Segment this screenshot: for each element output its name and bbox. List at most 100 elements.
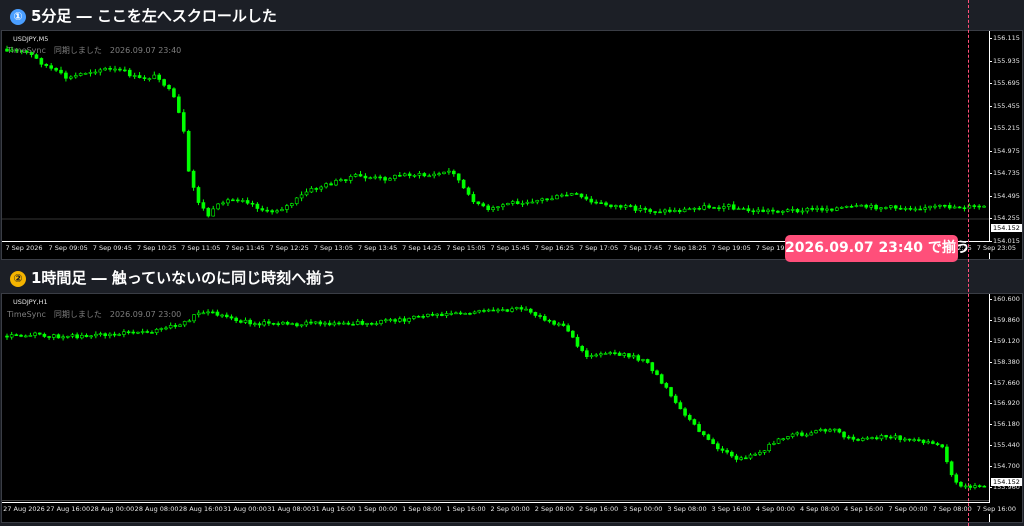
candle-body: [393, 174, 397, 179]
time-tick: 7 Sep 11:45: [225, 244, 265, 252]
candle-body: [309, 188, 314, 193]
candle-body: [795, 432, 800, 435]
candle-body: [132, 75, 137, 77]
candle-body: [923, 207, 927, 210]
h1-candles-canvas[interactable]: [2, 294, 990, 510]
candle-body: [928, 205, 932, 209]
candle-body: [501, 204, 505, 208]
candle-body: [421, 316, 425, 318]
time-tick: 4 Sep 00:00: [755, 505, 796, 513]
candle-body: [663, 209, 667, 213]
time-tick: 3 Sep 16:00: [711, 505, 751, 513]
candle-body: [973, 485, 977, 488]
candle-body: [341, 322, 346, 325]
candle-body: [921, 439, 926, 444]
candle-body: [874, 205, 878, 210]
candle-body: [94, 333, 98, 337]
m5-symbol-label: USDJPY,M5: [13, 35, 49, 43]
price-tick: 155.935: [989, 56, 1020, 65]
time-tick: 28 Aug 16:00: [178, 505, 223, 513]
m5-chart-window[interactable]: USDJPY,M5 TimeSync 同期しました 2026.09.07 23:…: [1, 30, 1023, 260]
candle-body: [712, 207, 716, 209]
candle-body: [226, 199, 230, 204]
candle-body: [804, 434, 809, 437]
candle-body: [402, 318, 407, 322]
top-section-title: 5分足 ― ここを左へスクロールした: [31, 7, 277, 25]
price-tick: 160.600: [989, 295, 1020, 303]
candle-body: [39, 58, 44, 65]
candle-body: [947, 205, 952, 209]
time-tick: 7 Sep 16:00: [976, 505, 1017, 513]
candle-body: [19, 334, 23, 337]
candle-body: [506, 203, 510, 206]
candle-body: [830, 208, 834, 211]
candle-body: [638, 208, 643, 211]
time-tick: 7 Sep 11:05: [181, 244, 221, 252]
h1-price-axis[interactable]: 160.600 159.860 159.120 158.380 157.660 156.9…: [989, 294, 1022, 522]
candle-body: [211, 208, 216, 217]
candle-body: [790, 433, 795, 437]
candle-body: [131, 331, 136, 334]
candle-body: [280, 209, 284, 212]
candle-body: [70, 334, 75, 337]
candle-body: [864, 204, 869, 208]
candle-body: [510, 201, 515, 204]
current-price-tag: 154.152: [991, 224, 1022, 232]
h1-chart-window[interactable]: USDJPY,H1 TimeSync 同期しました 2026.09.07 23:…: [1, 293, 1023, 523]
candle-body: [496, 206, 500, 209]
candle-body: [643, 208, 648, 210]
candle-body: [884, 207, 888, 209]
candle-body: [870, 437, 874, 439]
candle-body: [181, 112, 186, 132]
m5-candles-canvas[interactable]: [2, 31, 990, 247]
candle-body: [766, 209, 770, 212]
candle-body: [89, 335, 93, 338]
price-tick: 154.255: [989, 214, 1020, 223]
candle-body: [879, 207, 883, 210]
candle-body: [262, 321, 266, 326]
candle-body: [267, 321, 271, 324]
candle-body: [285, 205, 289, 210]
candle-body: [854, 205, 859, 207]
h1-time-axis[interactable]: 27 Aug 2026 27 Aug 16:00 28 Aug 00:00 28 Au…: [2, 502, 1016, 514]
candle-body: [514, 307, 519, 310]
candle-body: [535, 200, 540, 203]
price-tick: 154.700: [989, 462, 1020, 471]
time-tick: 2 Sep 00:00: [490, 505, 530, 513]
candle-body: [468, 313, 472, 315]
candle-body: [748, 454, 753, 459]
candle-body: [528, 308, 533, 313]
candle-body: [191, 170, 196, 188]
time-tick: 7 Sep 00:00: [888, 505, 928, 513]
candle-body: [383, 319, 388, 322]
time-tick: 7 Sep 08:00: [932, 505, 972, 513]
candle-body: [918, 208, 923, 211]
candle-body: [355, 320, 360, 325]
candle-body: [982, 485, 987, 488]
candle-body: [337, 322, 341, 325]
candle-body: [422, 173, 427, 177]
candle-body: [37, 332, 42, 335]
candle-body: [173, 325, 178, 327]
price-tick: 156.115: [989, 34, 1020, 42]
h1-symbol-label: USDJPY,H1: [13, 298, 48, 306]
m5-price-axis[interactable]: 156.115 155.935 155.695 155.455 155.215 154.9…: [989, 31, 1022, 259]
candle-body: [741, 208, 746, 210]
candle-body: [334, 180, 338, 186]
candle-body: [687, 208, 692, 211]
candle-body: [351, 323, 355, 326]
candle-body: [265, 209, 270, 212]
candle-body: [481, 203, 486, 207]
time-tick: 7 Sep 23:05: [976, 244, 1017, 252]
candle-body: [324, 183, 328, 188]
candle-body: [239, 320, 243, 323]
candle-body: [500, 309, 505, 311]
candle-body: [142, 77, 147, 79]
candle-body: [617, 352, 622, 356]
candle-body: [846, 436, 851, 439]
price-tick: 158.380: [989, 357, 1020, 366]
top-section-title-row: ① 5分足 ― ここを左へスクロールした: [10, 5, 277, 26]
candle-body: [650, 362, 655, 372]
time-tick: 4 Sep 16:00: [844, 505, 884, 513]
candle-body: [736, 208, 741, 211]
